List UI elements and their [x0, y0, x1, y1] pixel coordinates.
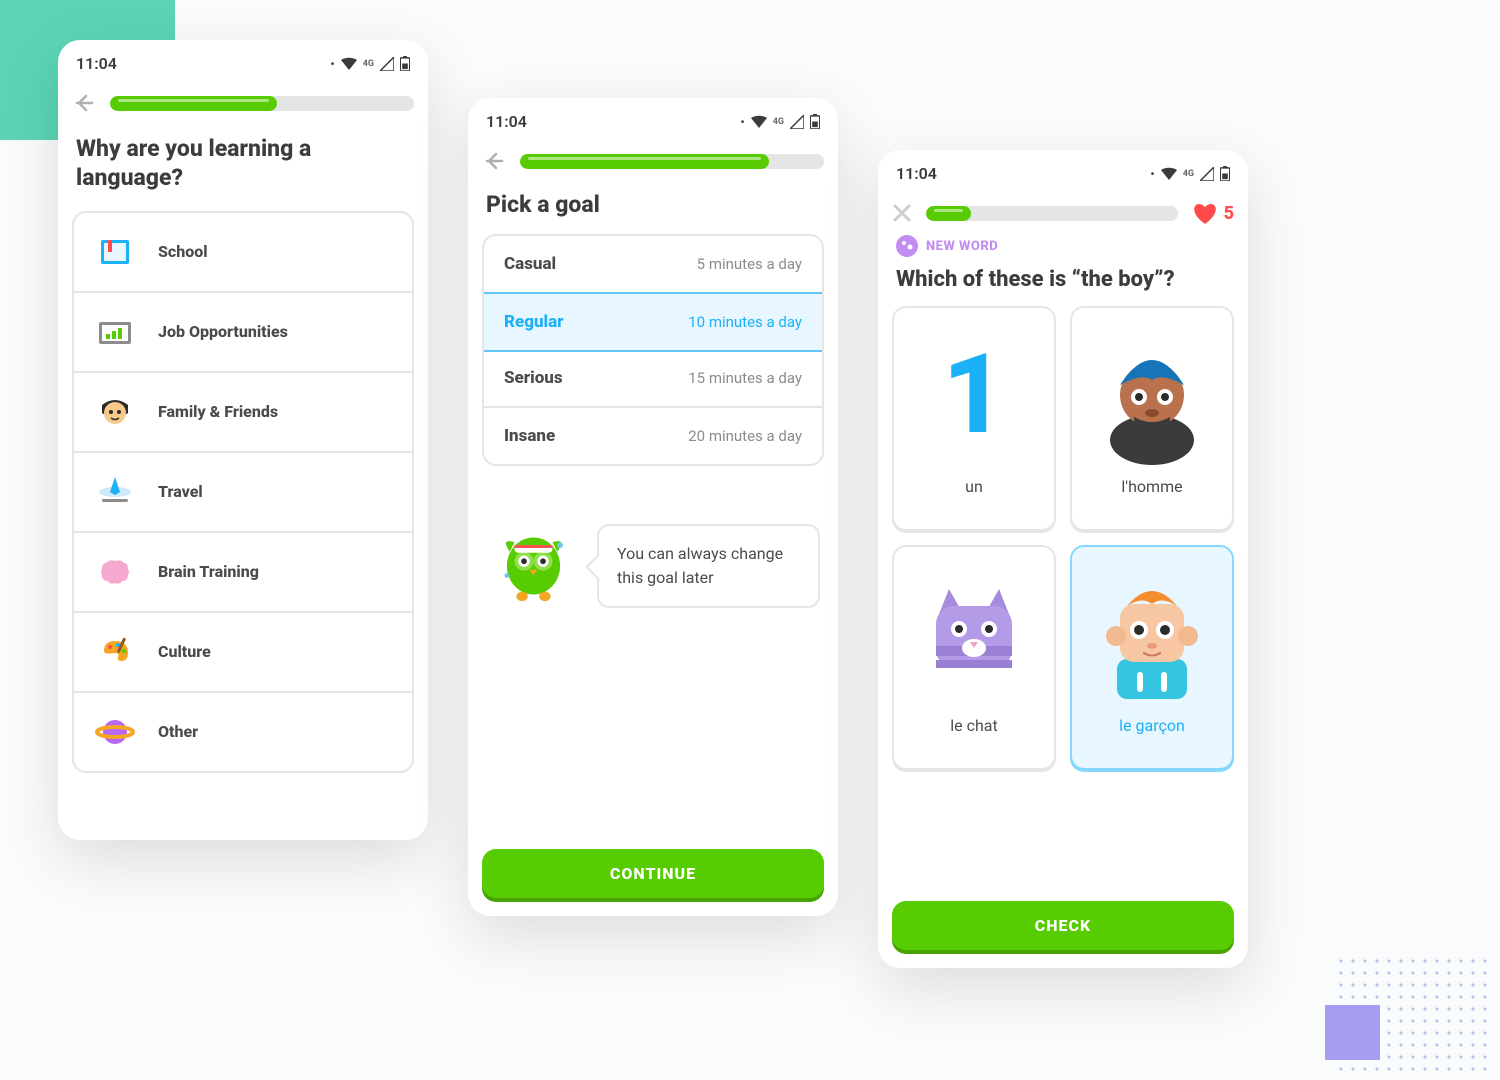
signal-icon	[380, 57, 394, 71]
wifi-icon	[1161, 167, 1177, 181]
boy-icon	[1092, 561, 1212, 706]
answer-card-un[interactable]: 1 un	[892, 306, 1056, 531]
card-label: le chat	[950, 716, 997, 735]
reason-item-school[interactable]: School	[74, 213, 412, 293]
hearts-counter[interactable]: 5	[1192, 201, 1234, 225]
reason-label: Travel	[158, 482, 203, 501]
brain-icon	[94, 551, 136, 593]
signal-icon	[1200, 167, 1214, 181]
owl-mascot-icon	[486, 516, 581, 616]
back-icon[interactable]	[482, 149, 506, 173]
reason-label: Job Opportunities	[158, 322, 288, 341]
page-title: Why are you learning a language?	[58, 127, 428, 211]
answer-card-lechat[interactable]: le chat	[892, 545, 1056, 770]
progress-bar	[926, 206, 1178, 221]
back-icon[interactable]	[72, 91, 96, 115]
reason-item-other[interactable]: Other	[74, 693, 412, 771]
dot-icon: •	[330, 57, 334, 71]
goal-name: Regular	[504, 312, 564, 332]
reason-item-job[interactable]: Job Opportunities	[74, 293, 412, 373]
reason-item-family[interactable]: Family & Friends	[74, 373, 412, 453]
page-title: Pick a goal	[468, 185, 838, 234]
reason-label: Culture	[158, 642, 211, 661]
status-time: 11:04	[896, 164, 937, 183]
battery-icon	[810, 114, 820, 129]
chart-icon	[94, 311, 136, 353]
answer-card-lhomme[interactable]: l'homme	[1070, 306, 1234, 531]
status-bar: 11:04 • 4G	[58, 40, 428, 87]
goal-name: Insane	[504, 426, 555, 446]
planet-icon	[94, 711, 136, 753]
phone-screen-goal: 11:04 • 4G Pick a goal Casual 5 minutes …	[468, 98, 838, 916]
battery-icon	[1220, 166, 1230, 181]
goal-item-casual[interactable]: Casual 5 minutes a day	[484, 236, 822, 294]
question-text: Which of these is “the boy”?	[878, 261, 1248, 306]
bg-accent-purple	[1325, 1005, 1380, 1060]
network-label: 4G	[363, 59, 374, 69]
goal-item-insane[interactable]: Insane 20 minutes a day	[484, 408, 822, 464]
answer-grid: 1 un l'homme le chat	[878, 306, 1248, 770]
network-label: 4G	[773, 117, 784, 127]
number-one-icon: 1	[942, 322, 1005, 467]
dot-icon: •	[1150, 167, 1154, 181]
progress-bar	[110, 96, 414, 111]
man-turban-icon	[1092, 322, 1212, 467]
heart-count: 5	[1224, 203, 1234, 224]
plane-icon	[94, 471, 136, 513]
dot-icon: •	[740, 115, 744, 129]
status-time: 11:04	[76, 54, 117, 73]
heart-icon	[1192, 201, 1218, 225]
answer-card-legarcon[interactable]: le garçon	[1070, 545, 1234, 770]
wifi-icon	[751, 115, 767, 129]
reason-item-travel[interactable]: Travel	[74, 453, 412, 533]
card-label: l'homme	[1121, 477, 1182, 496]
status-time: 11:04	[486, 112, 527, 131]
card-label: un	[965, 477, 983, 496]
reason-list: School Job Opportunities Family & Friend…	[72, 211, 414, 773]
goal-desc: 15 minutes a day	[688, 369, 802, 387]
goal-desc: 10 minutes a day	[688, 313, 802, 331]
goal-name: Serious	[504, 368, 563, 388]
reason-label: Family & Friends	[158, 402, 278, 421]
card-label: le garçon	[1119, 716, 1185, 735]
goal-list: Casual 5 minutes a day Regular 10 minute…	[482, 234, 824, 466]
status-icons: • 4G	[330, 56, 410, 71]
badge-label: NEW WORD	[926, 239, 998, 254]
close-icon[interactable]	[892, 203, 912, 223]
goal-item-serious[interactable]: Serious 15 minutes a day	[484, 350, 822, 408]
person-icon	[94, 391, 136, 433]
reason-label: Brain Training	[158, 562, 259, 581]
check-button[interactable]: CHECK	[892, 901, 1234, 950]
goal-item-regular[interactable]: Regular 10 minutes a day	[482, 292, 824, 352]
reason-item-culture[interactable]: Culture	[74, 613, 412, 693]
battery-icon	[400, 56, 410, 71]
continue-button[interactable]: CONTINUE	[482, 849, 824, 898]
goal-desc: 20 minutes a day	[688, 427, 802, 445]
sparkle-icon	[896, 235, 918, 257]
signal-icon	[790, 115, 804, 129]
phone-screen-reason: 11:04 • 4G Why are you learning a langua…	[58, 40, 428, 840]
tip-row: You can always change this goal later	[486, 516, 820, 616]
palette-icon	[94, 631, 136, 673]
reason-label: School	[158, 242, 208, 261]
badge-row: NEW WORD	[878, 235, 1248, 261]
progress-bar	[520, 154, 824, 169]
book-icon	[94, 231, 136, 273]
reason-item-brain[interactable]: Brain Training	[74, 533, 412, 613]
status-icons: • 4G	[1150, 166, 1230, 181]
status-icons: • 4G	[740, 114, 820, 129]
goal-desc: 5 minutes a day	[697, 255, 802, 273]
tip-bubble: You can always change this goal later	[597, 524, 820, 608]
reason-label: Other	[158, 722, 198, 741]
goal-name: Casual	[504, 254, 556, 274]
wifi-icon	[341, 57, 357, 71]
cat-icon	[914, 561, 1034, 706]
status-bar: 11:04 • 4G	[468, 98, 838, 145]
phone-screen-lesson: 11:04 • 4G 5 NEW WORD Which of these is …	[878, 150, 1248, 968]
network-label: 4G	[1183, 169, 1194, 179]
status-bar: 11:04 • 4G	[878, 150, 1248, 197]
